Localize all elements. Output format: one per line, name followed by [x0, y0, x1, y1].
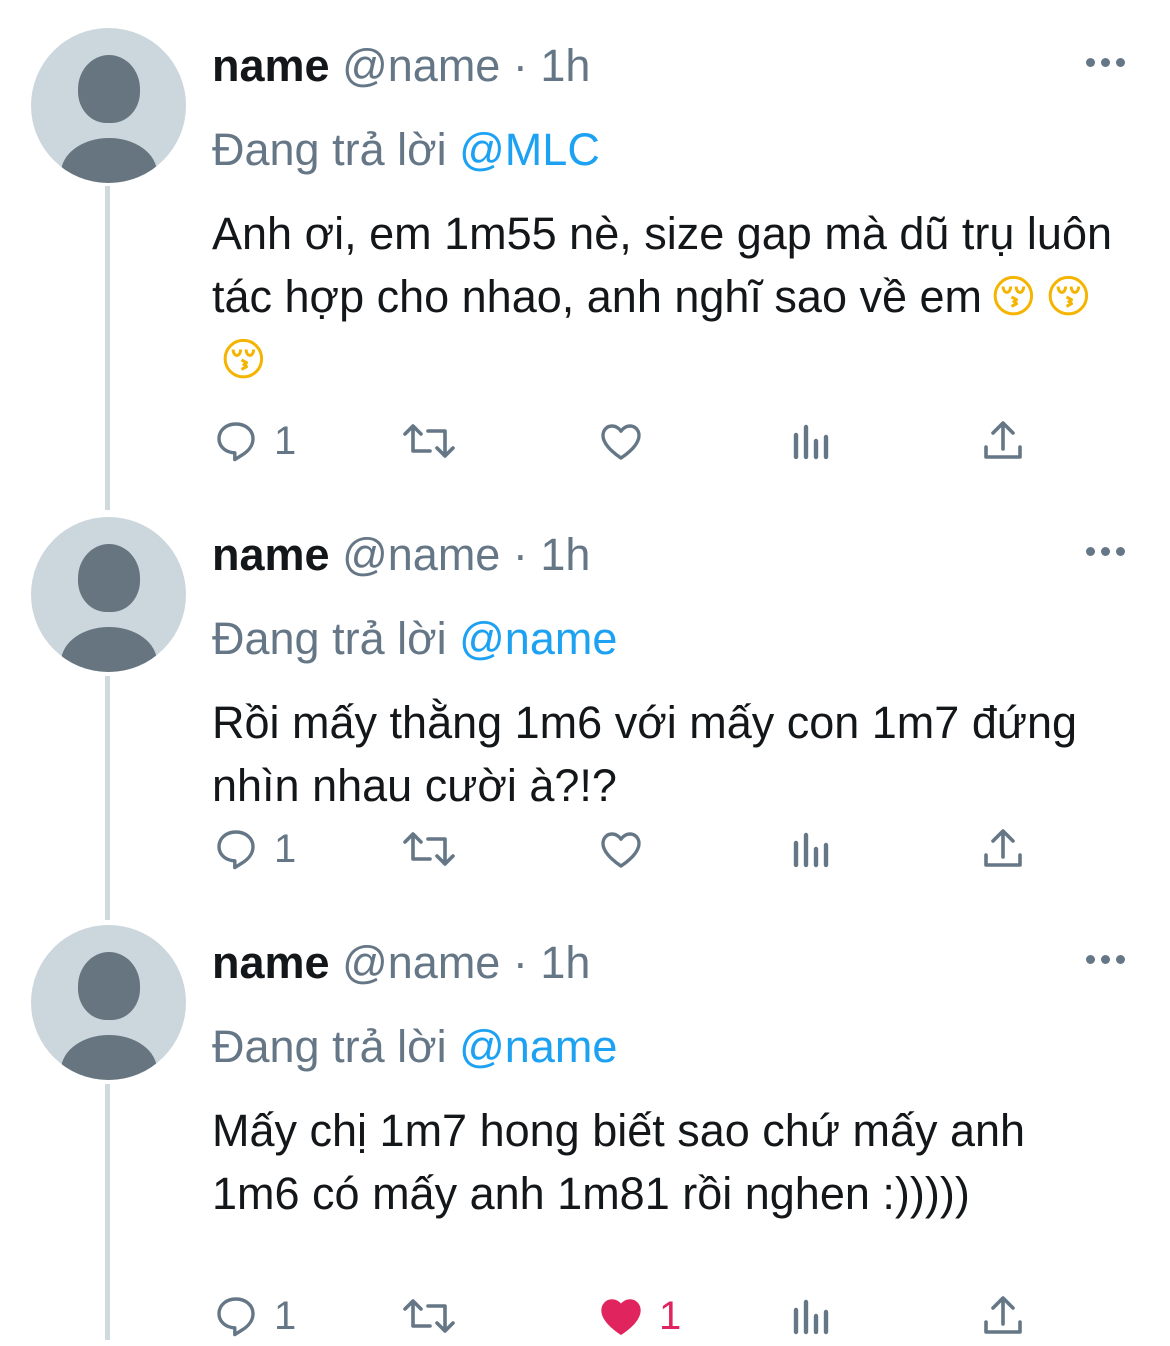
- reply-context: Đang trả lời @name: [212, 609, 617, 669]
- reply-context: Đang trả lời @MLC: [212, 120, 600, 180]
- kissing-face-icon: 😚: [220, 333, 267, 386]
- reply-prefix: Đang trả lời: [212, 1021, 447, 1072]
- tweet-header: name @name · 1h: [212, 36, 590, 96]
- reply-button[interactable]: 1: [212, 819, 296, 879]
- share-button[interactable]: [979, 1286, 1027, 1346]
- reply-mention[interactable]: @name: [459, 1021, 617, 1072]
- like-button[interactable]: 1: [597, 1286, 681, 1346]
- kissing-face-icon: 😚: [1044, 270, 1092, 323]
- reply-button[interactable]: 1: [212, 1286, 296, 1346]
- retweet-icon: [403, 832, 455, 866]
- analytics-icon: [793, 832, 829, 868]
- handle[interactable]: @name: [342, 937, 500, 988]
- timestamp[interactable]: 1h: [540, 529, 590, 580]
- heart-icon: [601, 1299, 641, 1335]
- more-icon[interactable]: [1086, 952, 1126, 966]
- share-icon: [984, 421, 1022, 459]
- reply-count: 1: [274, 827, 297, 871]
- share-icon: [984, 829, 1022, 867]
- retweet-icon: [403, 1299, 455, 1333]
- display-name[interactable]: name: [212, 40, 330, 91]
- reply-count: 1: [274, 1294, 297, 1338]
- reply-count: 1: [274, 419, 297, 463]
- timestamp[interactable]: 1h: [540, 937, 590, 988]
- reply-button[interactable]: 1: [212, 411, 296, 471]
- retweet-button[interactable]: [400, 1286, 472, 1346]
- action-bar: 1 1: [212, 1286, 1062, 1346]
- avatar[interactable]: [31, 517, 186, 672]
- tweet-text: Anh ơi, em 1m55 nè, size gap mà dũ trụ l…: [212, 202, 1112, 391]
- tweet[interactable]: name @name · 1h Đang trả lời @name Mấy c…: [0, 925, 1170, 1340]
- heart-icon: [601, 424, 641, 460]
- tweet-text: Rồi mấy thằng 1m6 với mấy con 1m7 đứng n…: [212, 697, 1078, 811]
- analytics-icon: [793, 1299, 829, 1335]
- handle[interactable]: @name: [342, 529, 500, 580]
- reply-context: Đang trả lời @name: [212, 1017, 617, 1077]
- display-name[interactable]: name: [212, 529, 330, 580]
- like-count: 1: [659, 1294, 682, 1338]
- separator: ·: [512, 40, 528, 91]
- timestamp[interactable]: 1h: [540, 40, 590, 91]
- more-icon[interactable]: [1086, 55, 1126, 69]
- tweet-text-content: Anh ơi, em 1m55 nè, size gap mà dũ trụ l…: [212, 208, 1112, 322]
- analytics-button[interactable]: [790, 819, 834, 879]
- reply-icon: [217, 1297, 255, 1337]
- separator: ·: [512, 529, 528, 580]
- reply-mention[interactable]: @name: [459, 613, 617, 664]
- reply-prefix: Đang trả lời: [212, 613, 447, 664]
- avatar[interactable]: [31, 28, 186, 183]
- separator: ·: [512, 937, 528, 988]
- retweet-button[interactable]: [400, 819, 472, 879]
- handle[interactable]: @name: [342, 40, 500, 91]
- analytics-icon: [793, 424, 829, 460]
- action-bar: 1: [212, 819, 1062, 879]
- share-button[interactable]: [979, 819, 1027, 879]
- more-icon[interactable]: [1086, 544, 1126, 558]
- display-name[interactable]: name: [212, 937, 330, 988]
- retweet-button[interactable]: [400, 411, 472, 471]
- share-icon: [984, 1296, 1022, 1334]
- tweet[interactable]: name @name · 1h Đang trả lời @name Rồi m…: [0, 517, 1170, 917]
- heart-icon: [601, 832, 641, 868]
- share-button[interactable]: [979, 411, 1027, 471]
- tweet-header: name @name · 1h: [212, 525, 590, 585]
- analytics-button[interactable]: [790, 411, 834, 471]
- kissing-face-icon: 😚: [990, 270, 1037, 323]
- tweet[interactable]: name @name · 1h Đang trả lời @MLC Anh ơi…: [0, 28, 1170, 498]
- avatar[interactable]: [31, 925, 186, 1080]
- reply-icon: [217, 422, 255, 462]
- reply-mention[interactable]: @MLC: [459, 124, 600, 175]
- like-button[interactable]: [597, 411, 659, 471]
- analytics-button[interactable]: [790, 1286, 834, 1346]
- tweet-text: Mấy chị 1m7 hong biết sao chứ mấy anh 1m…: [212, 1105, 1026, 1219]
- like-button[interactable]: [597, 819, 659, 879]
- action-bar: 1: [212, 411, 1062, 471]
- reply-prefix: Đang trả lời: [212, 124, 447, 175]
- tweet-header: name @name · 1h: [212, 933, 590, 993]
- reply-icon: [217, 830, 255, 870]
- retweet-icon: [403, 424, 455, 458]
